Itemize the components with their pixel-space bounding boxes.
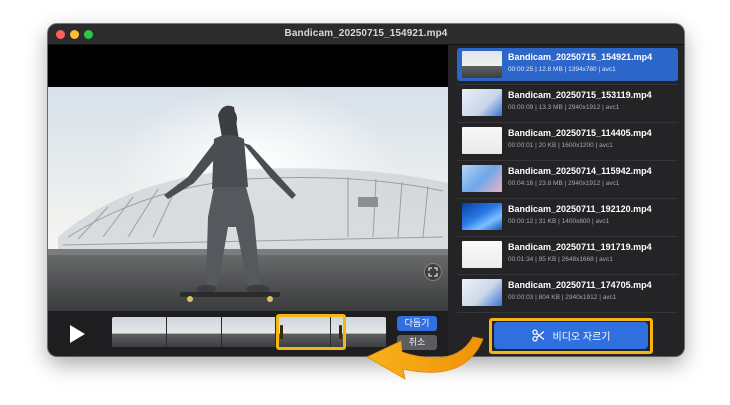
timeline-frame <box>166 317 222 347</box>
scissors-icon <box>531 329 544 342</box>
file-list: Bandicam_20250715_154921.mp4 00:00:25 | … <box>449 45 684 356</box>
fullscreen-button[interactable] <box>424 263 442 281</box>
trim-done-button[interactable]: 다듬기 <box>397 316 437 331</box>
cut-video-label: 비디오 자르기 <box>552 332 611 343</box>
file-list-item[interactable]: Bandicam_20250715_153119.mp4 00:00:09 | … <box>457 86 678 119</box>
file-name: Bandicam_20250715_153119.mp4 <box>508 90 652 100</box>
divider <box>457 198 678 199</box>
file-name: Bandicam_20250711_192120.mp4 <box>508 204 652 214</box>
file-meta: 00:00:01 | 20 KB | 1600x1200 | avc1 <box>508 142 613 149</box>
divider <box>457 236 678 237</box>
file-list-item[interactable]: Bandicam_20250711_174705.mp4 00:00:03 | … <box>457 276 678 309</box>
file-meta: 00:00:09 | 13.3 MB | 2940x1912 | avc1 <box>508 104 620 111</box>
divider <box>457 84 678 85</box>
divider <box>457 274 678 275</box>
trim-start-handle[interactable] <box>280 325 283 339</box>
play-icon <box>70 325 85 343</box>
video-preview[interactable] <box>48 45 448 311</box>
play-button[interactable] <box>64 321 90 347</box>
file-meta: 00:01:34 | 95 KB | 2648x1668 | avc1 <box>508 256 613 263</box>
file-list-item[interactable]: Bandicam_20250715_154921.mp4 00:00:25 | … <box>457 48 678 81</box>
divider <box>457 312 678 313</box>
file-name: Bandicam_20250714_115942.mp4 <box>508 166 652 176</box>
app-window: Bandicam_20250715_154921.mp4 다듬기 취소 Band… <box>48 24 684 356</box>
file-thumbnail <box>462 165 502 192</box>
file-thumbnail <box>462 203 502 230</box>
divider <box>457 160 678 161</box>
file-thumbnail <box>462 51 502 78</box>
divider <box>457 122 678 123</box>
cut-video-button[interactable]: 비디오 자르기 <box>494 322 648 349</box>
file-name: Bandicam_20250711_174705.mp4 <box>508 280 652 290</box>
timeline-frame <box>221 317 277 347</box>
file-thumbnail <box>462 279 502 306</box>
trim-selection[interactable] <box>276 314 346 350</box>
file-list-item[interactable]: Bandicam_20250715_114405.mp4 00:00:01 | … <box>457 124 678 157</box>
file-meta: 00:00:25 | 12.8 MB | 1394x780 | avc1 <box>508 66 616 73</box>
file-meta: 00:00:12 | 31 KB | 1400x800 | avc1 <box>508 218 610 225</box>
file-thumbnail <box>462 241 502 268</box>
file-list-item[interactable]: Bandicam_20250714_115942.mp4 00:04:16 | … <box>457 162 678 195</box>
video-frame <box>48 87 448 311</box>
window-title: Bandicam_20250715_154921.mp4 <box>284 28 448 39</box>
file-meta: 00:00:03 | 804 KB | 2940x1912 | avc1 <box>508 294 617 301</box>
file-meta: 00:04:16 | 23.8 MB | 2940x1912 | avc1 <box>508 180 620 187</box>
expand-icon <box>428 267 438 277</box>
timeline-frame <box>112 317 167 347</box>
file-list-item[interactable]: Bandicam_20250711_191719.mp4 00:01:34 | … <box>457 238 678 271</box>
file-name: Bandicam_20250715_154921.mp4 <box>508 52 653 62</box>
file-thumbnail <box>462 127 502 154</box>
file-thumbnail <box>462 89 502 116</box>
file-list-item[interactable]: Bandicam_20250711_192120.mp4 00:00:12 | … <box>457 200 678 233</box>
title-bar: Bandicam_20250715_154921.mp4 <box>48 24 684 45</box>
trim-end-handle[interactable] <box>339 325 342 339</box>
file-name: Bandicam_20250711_191719.mp4 <box>508 242 652 252</box>
file-name: Bandicam_20250715_114405.mp4 <box>508 128 652 138</box>
curved-arrow-icon <box>366 336 484 380</box>
